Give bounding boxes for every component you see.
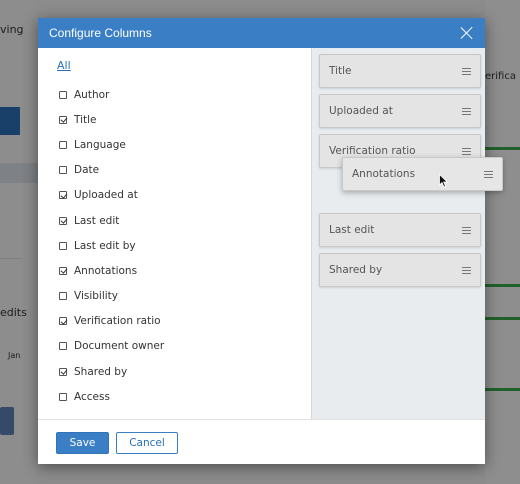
dragging-column-card[interactable]: Annotations — [342, 157, 503, 191]
column-card-label: Annotations — [352, 168, 416, 180]
close-icon[interactable] — [460, 26, 474, 40]
column-card-label: Verification ratio — [329, 145, 416, 157]
save-button[interactable]: Save — [56, 432, 109, 454]
configure-columns-dialog: Configure Columns All Author Title Languag… — [38, 18, 485, 464]
checkbox-unchecked[interactable] — [59, 166, 67, 175]
checkbox-unchecked[interactable] — [59, 392, 67, 401]
dialog-title: Configure Columns — [49, 26, 152, 40]
column-option-label: Visibility — [74, 290, 119, 303]
column-option[interactable]: Access — [59, 384, 164, 409]
selected-column-card[interactable]: Uploaded at — [319, 94, 481, 128]
checkbox-checked[interactable] — [59, 266, 67, 275]
column-option-label: Document owner — [74, 340, 165, 353]
checkbox-checked[interactable] — [59, 216, 67, 225]
column-option-label: Last edit by — [74, 239, 136, 252]
column-card-label: Shared by — [329, 264, 383, 276]
column-option-label: Language — [74, 138, 126, 151]
column-card-label: Title — [329, 65, 352, 77]
column-option-label: Verification ratio — [74, 315, 161, 328]
cancel-button[interactable]: Cancel — [116, 432, 178, 454]
checkbox-checked[interactable] — [59, 191, 67, 200]
selected-column-card[interactable]: Shared by — [319, 253, 481, 287]
drag-handle-icon[interactable] — [462, 67, 471, 75]
checkbox-unchecked[interactable] — [59, 292, 67, 301]
selected-column-card[interactable]: Title — [319, 54, 481, 88]
drag-handle-icon[interactable] — [462, 107, 471, 115]
checkbox-checked[interactable] — [59, 317, 67, 326]
column-option-label: Shared by — [74, 365, 128, 378]
checkbox-checked[interactable] — [59, 367, 67, 376]
column-option[interactable]: Title — [59, 107, 164, 132]
checkbox-checked[interactable] — [59, 115, 67, 124]
select-all-link[interactable]: All — [57, 59, 71, 72]
column-option[interactable]: Visibility — [59, 284, 164, 309]
column-option[interactable]: Shared by — [59, 359, 164, 384]
drag-handle-icon[interactable] — [462, 266, 471, 274]
dialog-header: Configure Columns — [38, 18, 485, 48]
column-option[interactable]: Verification ratio — [59, 309, 164, 334]
column-option[interactable]: Author — [59, 82, 164, 107]
column-card-label: Last edit — [329, 224, 375, 236]
column-option[interactable]: Last edit by — [59, 233, 164, 258]
column-option[interactable]: Annotations — [59, 258, 164, 283]
checkbox-unchecked[interactable] — [59, 90, 67, 99]
column-option-label: Date — [74, 164, 100, 177]
drag-handle-icon[interactable] — [484, 170, 493, 178]
column-card-label: Uploaded at — [329, 105, 393, 117]
column-option[interactable]: Language — [59, 132, 164, 157]
column-option-label: Last edit — [74, 214, 120, 227]
column-option[interactable]: Date — [59, 158, 164, 183]
column-option-label: Author — [74, 88, 110, 101]
checkbox-unchecked[interactable] — [59, 140, 67, 149]
drag-handle-icon[interactable] — [462, 226, 471, 234]
column-option-label: Access — [74, 390, 110, 403]
mouse-cursor-icon — [439, 174, 449, 188]
checkbox-unchecked[interactable] — [59, 342, 67, 351]
column-option-label: Uploaded at — [74, 189, 138, 202]
selected-column-card[interactable]: Last edit — [319, 213, 481, 247]
column-option-label: Annotations — [74, 264, 138, 277]
dialog-footer: Save Cancel — [38, 419, 485, 464]
column-option[interactable]: Uploaded at — [59, 183, 164, 208]
column-checkbox-list: Author Title Language Date Uploaded at Last e… — [59, 82, 164, 409]
column-option[interactable]: Document owner — [59, 334, 164, 359]
drag-handle-icon[interactable] — [462, 147, 471, 155]
column-option[interactable]: Last edit — [59, 208, 164, 233]
dialog-body: All Author Title Language Date Uploaded at La… — [38, 48, 485, 419]
column-option-label: Title — [74, 113, 97, 126]
selected-columns-panel: Title Uploaded at Verification ratio Last e… — [311, 48, 485, 419]
column-options-panel: All Author Title Language Date Uploaded at La… — [38, 48, 311, 419]
checkbox-unchecked[interactable] — [59, 241, 67, 250]
